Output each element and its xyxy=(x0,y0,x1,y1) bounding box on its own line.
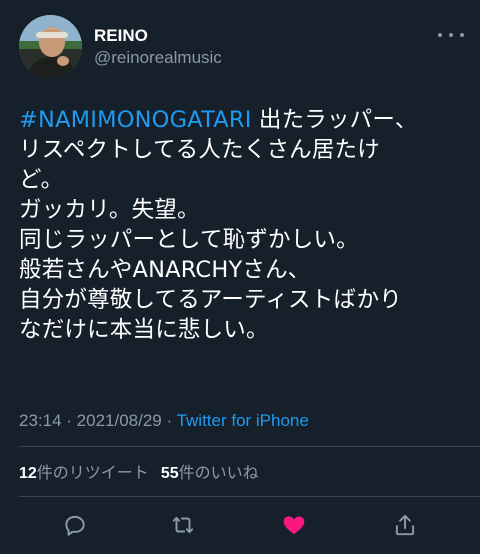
tweet-text: #NAMIMONOGATARI 出たラッパー、 リスペクトしてる人たくさん居たけ… xyxy=(19,105,469,345)
retweets-stat[interactable]: 12件のリツイート xyxy=(19,463,149,482)
more-dot-icon xyxy=(449,33,453,37)
more-dot-icon xyxy=(438,33,442,37)
avatar[interactable] xyxy=(19,15,82,78)
tweet-body: 出たラッパー、 リスペクトしてる人たくさん居たけ ど。 ガッカリ。失望。 同じラ… xyxy=(19,107,418,343)
share-button[interactable] xyxy=(390,510,420,540)
likes-count: 55 xyxy=(160,465,179,482)
tweet-date[interactable]: 2021/08/29 xyxy=(77,411,162,430)
retweet-icon xyxy=(172,516,194,534)
tweet-source-link[interactable]: Twitter for iPhone xyxy=(177,411,309,430)
likes-stat[interactable]: 55件のいいね xyxy=(161,463,259,482)
retweet-button[interactable] xyxy=(168,510,198,540)
tweet-meta: 23:14 · 2021/08/29 · Twitter for iPhone xyxy=(19,410,309,432)
divider xyxy=(19,446,480,447)
likes-label: 件のいいね xyxy=(178,463,259,482)
reply-button[interactable] xyxy=(60,510,90,540)
like-button[interactable] xyxy=(279,510,309,540)
retweets-label: 件のリツイート xyxy=(36,463,149,482)
tweet-stats: 12件のリツイート 55件のいいね xyxy=(19,462,259,485)
reply-icon xyxy=(65,515,85,536)
divider xyxy=(19,496,480,497)
more-options-button[interactable] xyxy=(438,28,464,42)
heart-icon xyxy=(283,516,305,535)
retweets-count: 12 xyxy=(19,465,37,482)
meta-separator: · xyxy=(161,411,177,430)
tweet-time[interactable]: 23:14 xyxy=(19,411,62,430)
meta-separator: · xyxy=(61,411,77,430)
hashtag-link[interactable]: #NAMIMONOGATARI xyxy=(19,107,252,133)
user-handle[interactable]: @reinorealmusic xyxy=(94,48,222,68)
tweet-detail-page: REINO @reinorealmusic #NAMIMONOGATARI 出た… xyxy=(0,0,480,554)
more-dot-icon xyxy=(460,33,464,37)
share-icon xyxy=(395,514,415,536)
display-name[interactable]: REINO xyxy=(94,26,148,46)
